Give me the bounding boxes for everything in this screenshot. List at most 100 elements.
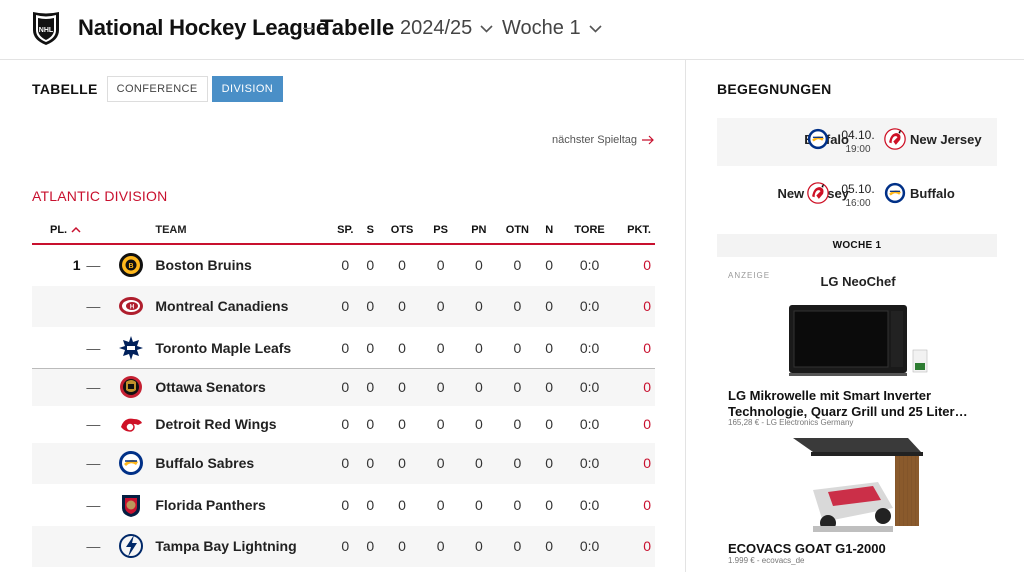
match-time: 16:00 bbox=[845, 198, 871, 209]
svg-text:B: B bbox=[128, 263, 133, 270]
column-header-sp[interactable]: SP. bbox=[332, 216, 358, 245]
team-name[interactable]: Buffalo Sabres bbox=[155, 443, 332, 485]
column-header-pl[interactable]: PL. bbox=[32, 216, 107, 245]
week-dropdown[interactable]: Woche 1 bbox=[502, 17, 602, 40]
position-cell bbox=[32, 406, 81, 443]
table-label: TABELLE bbox=[32, 81, 98, 97]
ot-wins-cell: 0 bbox=[398, 379, 406, 396]
season-value: 2024/25 bbox=[400, 17, 473, 39]
table-row[interactable]: — Ottawa Senators 0 0 0 0 0 0 0 0:0 0 bbox=[32, 368, 655, 406]
canadiens-logo-icon: H bbox=[118, 297, 143, 316]
logo-cell bbox=[106, 406, 155, 443]
team-name[interactable]: Tampa Bay Lightning bbox=[155, 526, 332, 568]
position-cell bbox=[32, 327, 81, 369]
microwave-ad-image[interactable]: LG NeoChef bbox=[783, 275, 933, 390]
column-header-tore[interactable]: TORE bbox=[561, 216, 618, 245]
arrow-right-icon bbox=[642, 135, 654, 145]
column-header-ps[interactable]: PS bbox=[421, 216, 460, 245]
ad-title[interactable]: LG Mikrowelle mit Smart Inverter Technol… bbox=[728, 388, 998, 420]
trend-cell: — bbox=[86, 455, 101, 472]
games-cell: 0 bbox=[341, 496, 350, 513]
week-button[interactable]: WOCHE 1 bbox=[717, 234, 997, 257]
team-name[interactable]: Boston Bruins bbox=[155, 244, 332, 286]
so-wins-cell: 0 bbox=[436, 298, 445, 315]
next-matchday-label: nächster Spieltag bbox=[552, 134, 637, 146]
logo-cell: B bbox=[106, 244, 155, 286]
ot-wins-cell: 0 bbox=[398, 298, 406, 315]
match-item[interactable]: New Jersey 05.10. 16:00 Buffalo bbox=[717, 172, 997, 220]
wins-cell: 0 bbox=[366, 455, 375, 472]
column-header-n[interactable]: N bbox=[536, 216, 562, 245]
position-cell bbox=[32, 526, 81, 568]
so-wins-cell: 0 bbox=[436, 496, 445, 513]
goals-cell: 0:0 bbox=[579, 538, 600, 555]
devils-logo-icon bbox=[884, 128, 906, 150]
column-header-s[interactable]: S bbox=[357, 216, 383, 245]
so-wins-cell: 0 bbox=[436, 538, 445, 555]
week-value: Woche 1 bbox=[502, 17, 581, 39]
match-time: 19:00 bbox=[845, 144, 871, 155]
position-cell: 1 bbox=[72, 257, 81, 274]
lightning-logo-icon bbox=[118, 534, 143, 559]
tab-division[interactable]: DIVISION bbox=[211, 76, 284, 102]
table-row[interactable]: — Florida Panthers 0 0 0 0 0 0 0 0:0 0 bbox=[32, 484, 655, 526]
logo-cell: H bbox=[106, 286, 155, 328]
ot-wins-cell: 0 bbox=[398, 257, 406, 274]
season-dropdown[interactable]: 2024/25 bbox=[400, 17, 493, 40]
so-losses-cell: 0 bbox=[474, 538, 483, 555]
devils-logo-icon bbox=[807, 182, 829, 204]
ot-wins-cell: 0 bbox=[398, 496, 406, 513]
robot-mower-ad-image[interactable] bbox=[783, 430, 933, 540]
table-row[interactable]: — Toronto Maple Leafs 0 0 0 0 0 0 0 0:0 0 bbox=[32, 327, 655, 369]
logo-cell bbox=[106, 526, 155, 568]
so-losses-cell: 0 bbox=[474, 416, 483, 432]
team-name[interactable]: Detroit Red Wings bbox=[155, 406, 332, 443]
ot-wins-cell: 0 bbox=[398, 538, 406, 555]
trend-cell: — bbox=[86, 379, 101, 396]
title-separator: – bbox=[303, 17, 314, 37]
ad-brand-logo: LG NeoChef bbox=[820, 275, 896, 289]
match-item[interactable]: Buffalo 04.10. 19:00 New Jersey bbox=[717, 118, 997, 166]
team-name[interactable]: Montreal Canadiens bbox=[155, 286, 332, 328]
table-row[interactable]: 1— B Boston Bruins 0 0 0 0 0 0 0 0:0 0 bbox=[32, 244, 655, 286]
tab-conference[interactable]: CONFERENCE bbox=[106, 76, 208, 102]
team-name[interactable]: Florida Panthers bbox=[155, 484, 332, 526]
nhl-logo-icon[interactable]: NHL bbox=[30, 10, 62, 46]
wins-cell: 0 bbox=[366, 257, 375, 274]
logo-cell bbox=[106, 327, 156, 369]
losses-cell: 0 bbox=[545, 379, 554, 396]
position-cell bbox=[32, 286, 81, 328]
table-row[interactable]: — H Montreal Canadiens 0 0 0 0 0 0 0 0:0 0 bbox=[32, 285, 655, 328]
ot-wins-cell: 0 bbox=[382, 327, 422, 369]
table-tabs: TABELLE CONFERENCE DIVISION bbox=[32, 76, 284, 102]
team-name[interactable]: Toronto Maple Leafs bbox=[155, 327, 333, 369]
wins-cell: 0 bbox=[366, 496, 375, 513]
table-row[interactable]: — Buffalo Sabres 0 0 0 0 0 0 0 0:0 0 bbox=[32, 442, 655, 485]
column-header-ots[interactable]: OTS bbox=[382, 216, 422, 245]
column-header-otn[interactable]: OTN bbox=[497, 216, 537, 245]
so-wins-cell: 0 bbox=[436, 455, 445, 472]
maple-leafs-logo-icon bbox=[118, 335, 143, 360]
table-row[interactable]: — Detroit Red Wings 0 0 0 0 0 0 0 0:0 0 bbox=[32, 406, 655, 443]
losses-cell: 0 bbox=[545, 257, 554, 274]
so-losses-cell: 0 bbox=[459, 327, 498, 369]
so-losses-cell: 0 bbox=[474, 379, 483, 396]
points-cell: 0 bbox=[643, 455, 651, 472]
points-cell: 0 bbox=[643, 496, 651, 513]
table-row[interactable]: — Tampa Bay Lightning 0 0 0 0 0 0 0 0:0 0 bbox=[32, 525, 655, 568]
ot-losses-cell: 0 bbox=[513, 298, 522, 315]
matches-title: BEGEGNUNGEN bbox=[717, 81, 832, 97]
table-header-row: PL. TEAM SP. S OTS PS PN OTN N TORE PKT. bbox=[32, 216, 655, 245]
column-header-team[interactable]: TEAM bbox=[155, 216, 333, 245]
column-header-pn[interactable]: PN bbox=[459, 216, 498, 245]
so-losses-cell: 0 bbox=[474, 257, 483, 274]
match-date: 04.10. bbox=[841, 128, 875, 142]
next-matchday-link[interactable]: nächster Spieltag bbox=[552, 134, 654, 146]
sabres-logo-icon bbox=[884, 182, 906, 204]
ad-title[interactable]: ECOVACS GOAT G1-2000 bbox=[728, 541, 886, 556]
ot-wins-cell: 0 bbox=[398, 455, 406, 472]
team-name[interactable]: Ottawa Senators bbox=[155, 369, 332, 406]
sabres-logo-icon bbox=[807, 128, 829, 150]
losses-cell: 0 bbox=[545, 496, 554, 513]
column-header-pkt[interactable]: PKT. bbox=[617, 216, 655, 245]
